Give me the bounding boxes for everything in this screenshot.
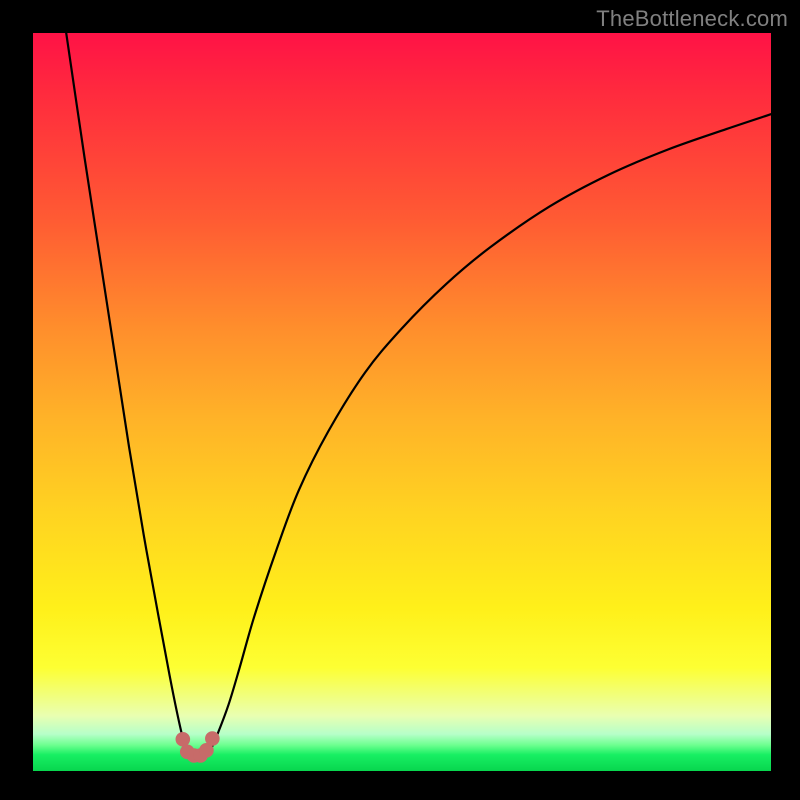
- trough-dot: [176, 732, 191, 747]
- watermark-text: TheBottleneck.com: [596, 6, 788, 32]
- curve-right-branch: [204, 114, 771, 755]
- curve-left-branch: [66, 33, 193, 755]
- curve-layer: [33, 33, 771, 771]
- trough-dot: [205, 731, 220, 746]
- plot-area: [33, 33, 771, 771]
- chart-frame: TheBottleneck.com: [0, 0, 800, 800]
